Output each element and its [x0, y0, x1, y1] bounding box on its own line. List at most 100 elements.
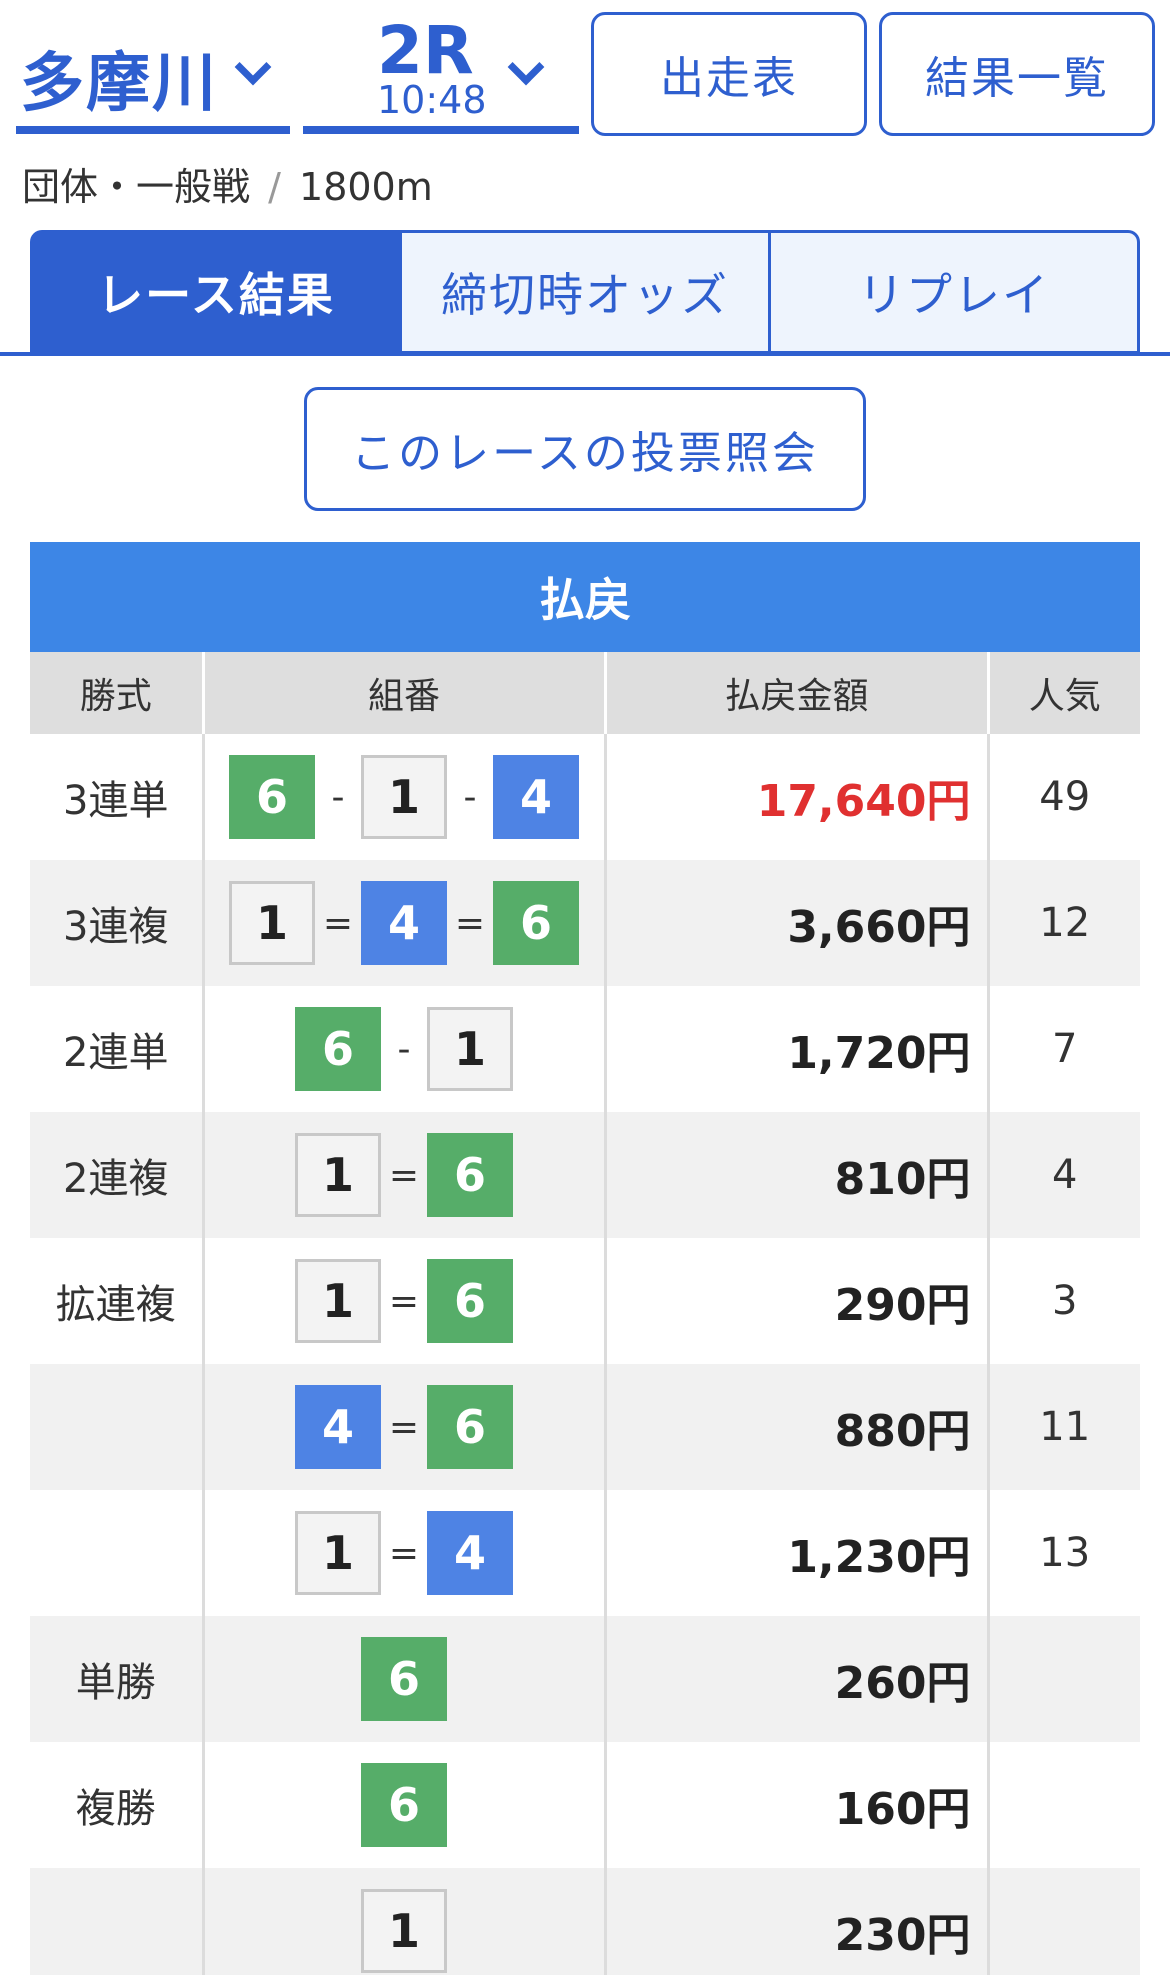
race-distance: 1800m — [299, 165, 433, 209]
tab-closing-odds[interactable]: 締切時オッズ — [402, 230, 771, 354]
popularity: 3 — [986, 1238, 1140, 1364]
boat-number-badge: 6 — [427, 1133, 513, 1217]
combination: 6-1 — [201, 986, 605, 1112]
boat-number-badge: 6 — [361, 1763, 447, 1847]
bet-inquiry-button[interactable]: このレースの投票照会 — [304, 387, 866, 511]
tab-race-result[interactable]: レース結果 — [30, 230, 402, 354]
combination-separator: - — [331, 776, 345, 818]
bet-type — [30, 1490, 203, 1616]
popularity: 12 — [986, 860, 1140, 986]
combination-group: 6 — [361, 1637, 447, 1721]
bet-type: 3連単 — [30, 734, 203, 860]
combination: 1 — [201, 1868, 605, 1975]
bet-type: 複勝 — [30, 1742, 203, 1868]
popularity — [986, 1742, 1140, 1868]
header-combination: 組番 — [201, 652, 605, 734]
payout-amount: 160円 — [603, 1742, 988, 1868]
boat-number-badge: 6 — [427, 1385, 513, 1469]
boat-number-badge: 4 — [493, 755, 579, 839]
chevron-down-icon — [234, 48, 272, 86]
payout-amount: 810円 — [603, 1112, 988, 1238]
combination: 1 = 4 — [201, 1490, 605, 1616]
results-list-button[interactable]: 結果一覧 — [879, 12, 1155, 136]
popularity: 4 — [986, 1112, 1140, 1238]
table-row: 複勝 6 160円 — [30, 1742, 1140, 1868]
combination-separator: = — [388, 1406, 420, 1448]
combination: 1 = 4 = 6 — [201, 860, 605, 986]
combination-separator: - — [397, 1028, 411, 1070]
tab-divider — [0, 352, 1170, 356]
combination-group: 1 = 6 — [295, 1259, 513, 1343]
bet-type: 2連単 — [30, 986, 203, 1112]
entries-button[interactable]: 出走表 — [591, 12, 867, 136]
boat-number-badge: 6 — [295, 1007, 381, 1091]
payout-grid: 勝式 組番 払戻金額 人気 3連単 6-1-4 17,640円 49 3連複 1 = 4 = 6 3… — [30, 652, 1140, 1975]
combination-group: 4 = 6 — [295, 1385, 513, 1469]
combination-separator: = — [454, 902, 486, 944]
chevron-down-icon — [507, 48, 545, 86]
tab-replay[interactable]: リプレイ — [771, 230, 1140, 354]
boat-number-badge: 6 — [361, 1637, 447, 1721]
header: 多摩川 2R 10:48 出走表 結果一覧 — [0, 0, 1170, 140]
popularity: 13 — [986, 1490, 1140, 1616]
combination-separator: = — [388, 1532, 420, 1574]
combination: 6 — [201, 1742, 605, 1868]
payout-amount: 3,660円 — [603, 860, 988, 986]
boat-number-badge: 6 — [229, 755, 315, 839]
popularity — [986, 1616, 1140, 1742]
race-info: 団体・一般戦 / 1800m — [22, 156, 433, 211]
combination-separator: = — [388, 1154, 420, 1196]
table-row: 2連単 6-1 1,720円 7 — [30, 986, 1140, 1112]
bet-type — [30, 1364, 203, 1490]
boat-number-badge: 1 — [295, 1511, 381, 1595]
header-bet-type: 勝式 — [30, 652, 203, 734]
payout-table: 払戻 勝式 組番 払戻金額 人気 3連単 6-1-4 17,640円 49 3連複 1 = 4… — [30, 542, 1140, 1975]
boat-number-badge: 1 — [427, 1007, 513, 1091]
payout-amount: 290円 — [603, 1238, 988, 1364]
payout-amount: 1,720円 — [603, 986, 988, 1112]
tab-bar: レース結果 締切時オッズ リプレイ — [30, 230, 1140, 354]
bet-type: 拡連複 — [30, 1238, 203, 1364]
table-row: 1 230円 — [30, 1868, 1140, 1975]
bet-type: 単勝 — [30, 1616, 203, 1742]
boat-number-badge: 1 — [295, 1259, 381, 1343]
race-selector[interactable]: 2R 10:48 — [303, 14, 579, 134]
popularity: 49 — [986, 734, 1140, 860]
combination-group: 6-1-4 — [229, 755, 579, 839]
combination-group: 1 = 4 = 6 — [229, 881, 579, 965]
boat-number-badge: 1 — [229, 881, 315, 965]
boat-number-badge: 1 — [361, 755, 447, 839]
payout-amount: 17,640円 — [603, 734, 988, 860]
bet-type — [30, 1868, 203, 1975]
combination: 6-1-4 — [201, 734, 605, 860]
payout-amount: 230円 — [603, 1868, 988, 1975]
separator: / — [268, 165, 281, 209]
popularity: 11 — [986, 1364, 1140, 1490]
race-number: 2R — [377, 12, 474, 89]
combination-group: 1 = 4 — [295, 1511, 513, 1595]
table-row: 3連単 6-1-4 17,640円 49 — [30, 734, 1140, 860]
boat-number-badge: 4 — [295, 1385, 381, 1469]
popularity: 7 — [986, 986, 1140, 1112]
bet-type: 2連複 — [30, 1112, 203, 1238]
payout-amount: 1,230円 — [603, 1490, 988, 1616]
combination-group: 1 = 6 — [295, 1133, 513, 1217]
boat-number-badge: 1 — [295, 1133, 381, 1217]
venue-name: 多摩川 — [20, 47, 218, 121]
payout-title: 払戻 — [30, 542, 1140, 652]
combination: 1 = 6 — [201, 1238, 605, 1364]
venue-selector[interactable]: 多摩川 — [16, 14, 290, 134]
payout-amount: 880円 — [603, 1364, 988, 1490]
combination: 1 = 6 — [201, 1112, 605, 1238]
boat-number-badge: 6 — [493, 881, 579, 965]
boat-number-badge: 6 — [427, 1259, 513, 1343]
popularity — [986, 1868, 1140, 1975]
header-payout-amount: 払戻金額 — [603, 652, 988, 734]
race-type: 団体・一般戦 — [22, 165, 251, 209]
boat-number-badge: 4 — [361, 881, 447, 965]
table-row: 単勝 6 260円 — [30, 1616, 1140, 1742]
combination-separator: - — [463, 776, 477, 818]
combination: 4 = 6 — [201, 1364, 605, 1490]
table-row: 1 = 4 1,230円 13 — [30, 1490, 1140, 1616]
combination-separator: = — [388, 1280, 420, 1322]
